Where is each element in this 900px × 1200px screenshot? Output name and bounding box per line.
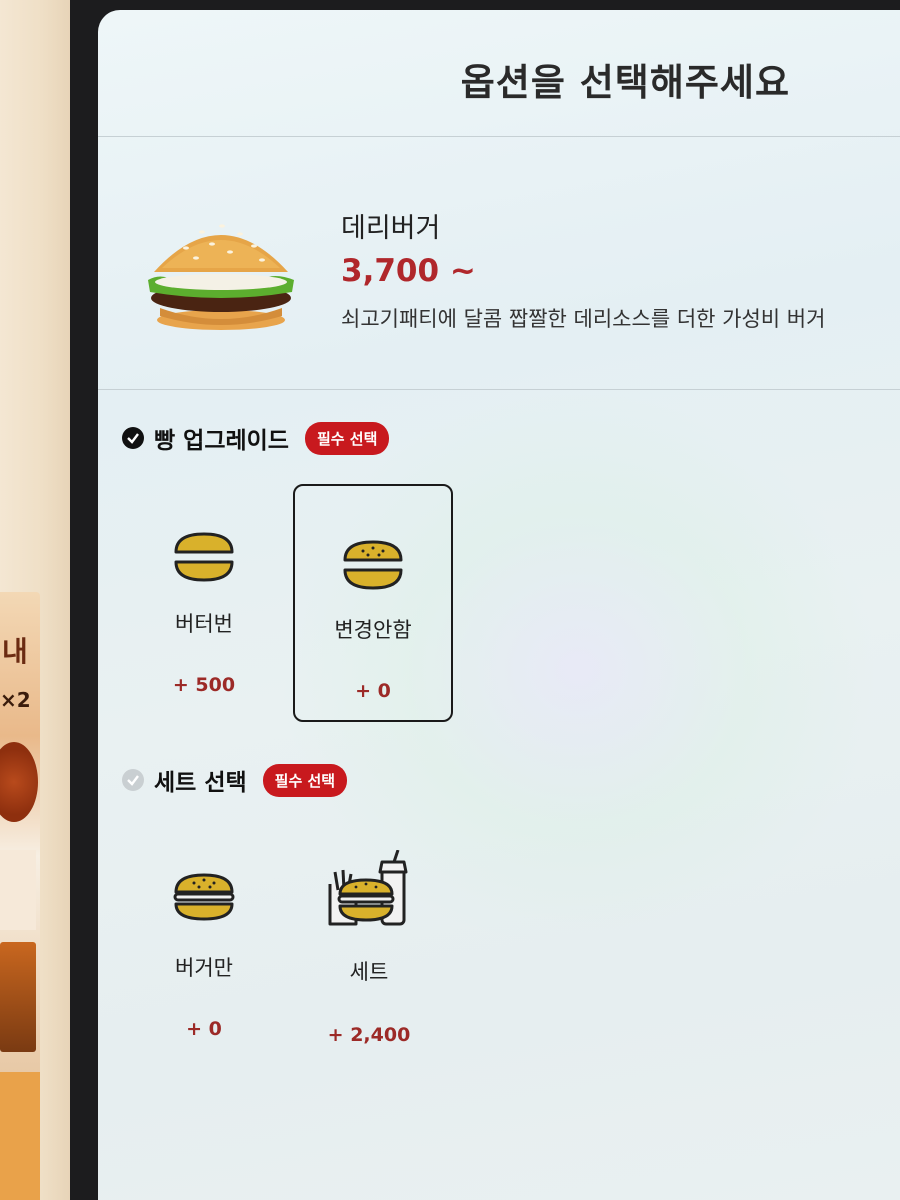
poster-info-panel: [0, 850, 36, 930]
bread-section-title: 빵 업그레이드: [154, 428, 289, 454]
bread-section-header: 빵 업그레이드 필수 선택: [122, 420, 390, 456]
product-summary: 데리버거 3,700 ~ 쇠고기패티에 달콤 짭짤한 데리소스를 더한 가성비 …: [98, 138, 900, 390]
required-badge: 필수 선택: [262, 763, 348, 797]
option-price: + 500: [172, 674, 236, 696]
poster-food-image: [0, 742, 38, 822]
check-circle-icon: [122, 427, 144, 449]
side-poster: 내 ×2: [0, 592, 40, 1072]
poster-text: 내: [2, 635, 28, 668]
option-price: + 2,400: [327, 1024, 411, 1046]
product-description: 쇠고기패티에 달콤 짭짤한 데리소스를 더한 가성비 버거: [341, 307, 826, 331]
option-price: + 0: [355, 680, 391, 702]
poster-drink-image: [0, 942, 36, 1052]
option-label: 버터번: [175, 612, 233, 636]
option-label: 세트: [349, 960, 389, 984]
burger-product-image: [148, 224, 294, 330]
option-label: 버거만: [175, 956, 233, 980]
check-circle-icon: [122, 769, 144, 791]
set-section-title: 세트 선택: [154, 770, 247, 796]
sesame-bun-icon: [343, 540, 403, 590]
poster-text-2: ×2: [0, 688, 31, 712]
header: 옵션을 선택해주세요: [98, 10, 900, 137]
option-label: 변경안함: [334, 618, 412, 642]
option-price: + 0: [186, 1018, 222, 1040]
option-butter-bun[interactable]: 버터번 + 500: [124, 484, 284, 722]
option-no-change[interactable]: 변경안함 + 0: [293, 484, 453, 722]
option-set[interactable]: 세트 + 2,400: [289, 830, 449, 1068]
product-name: 데리버거: [341, 213, 441, 244]
required-badge: 필수 선택: [304, 421, 390, 455]
set-meal-icon: [328, 850, 408, 926]
set-section-header: 세트 선택 필수 선택: [122, 762, 348, 798]
burger-icon: [173, 873, 235, 921]
kiosk-base: [0, 1072, 40, 1200]
option-burger-only[interactable]: 버거만 + 0: [124, 830, 284, 1068]
kiosk-screen: 옵션을 선택해주세요 데리버거 3,700 ~ 쇠고기패티에 달콤 짭짤한 데리…: [98, 10, 900, 1200]
bun-icon: [174, 532, 234, 582]
page-title: 옵션을 선택해주세요: [460, 61, 790, 104]
product-price: 3,700 ~: [341, 253, 476, 289]
